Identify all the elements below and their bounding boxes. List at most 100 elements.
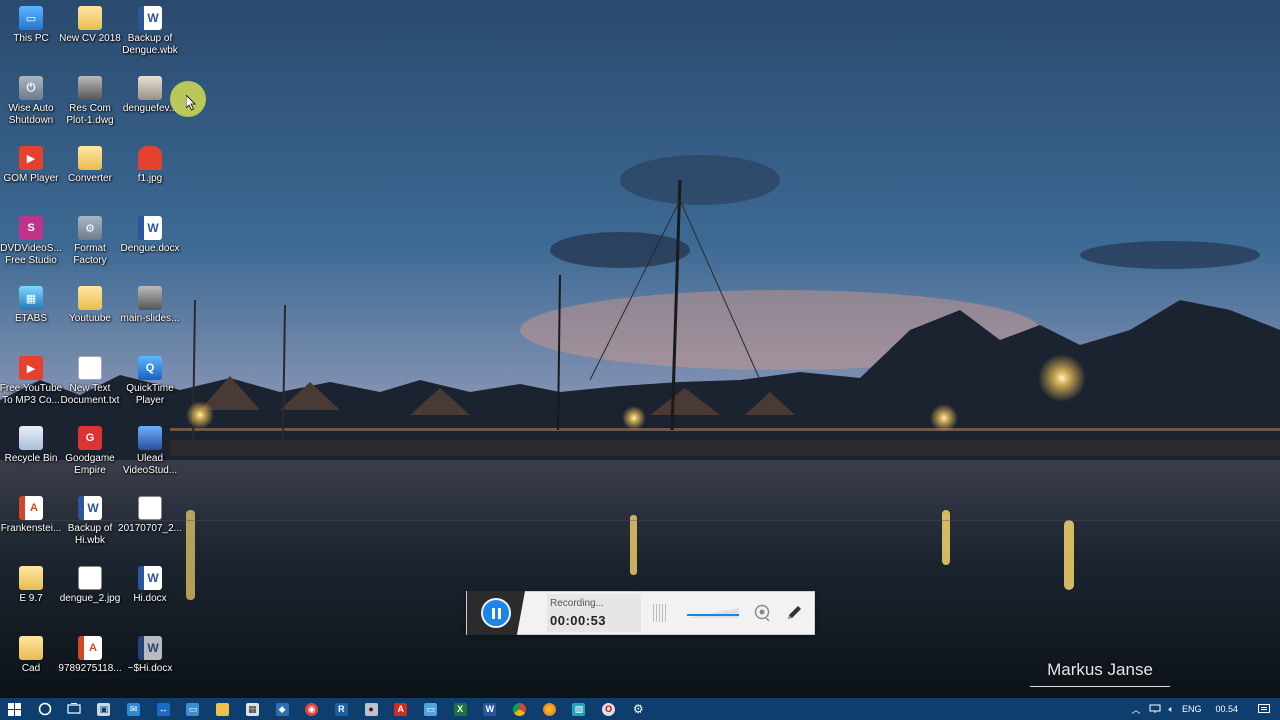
desktop-icon-etabs[interactable]: ▦ ETABS — [0, 280, 62, 344]
desktop-icon-cad[interactable]: Cad — [0, 630, 62, 694]
desktop-icon-recycle-bin[interactable]: Recycle Bin — [0, 420, 62, 484]
taskbar-revit[interactable]: R — [327, 698, 357, 720]
this-pc-icon: ▭ — [19, 6, 43, 30]
volume-button[interactable]: 🔈︎ — [1165, 698, 1178, 720]
opera-icon: O — [602, 702, 616, 716]
format-factory-icon: ⚙ — [78, 216, 102, 240]
desktop-icon-main-slides[interactable]: main-slides... — [119, 280, 181, 344]
desktop-icon-label: 9789275118... — [58, 663, 122, 674]
taskbar-acrobat[interactable]: A — [386, 698, 416, 720]
imgburn-icon: ● — [364, 702, 378, 716]
pause-button[interactable] — [481, 598, 511, 628]
system-tray: ︿ 🔈︎ ENG 00.54 — [1128, 698, 1280, 720]
desktop-icon-new-cv-2018[interactable]: New CV 2018 — [59, 0, 121, 64]
taskbar-imgburn[interactable]: ● — [356, 698, 386, 720]
recording-status: Recording... — [550, 598, 604, 609]
taskbar-excel[interactable]: X — [445, 698, 475, 720]
desktop-icon-backup-of-hi[interactable]: W Backup of Hi.wbk — [59, 490, 121, 554]
image-file-icon — [138, 286, 162, 310]
taskbar-calculator[interactable]: ▦ — [238, 698, 268, 720]
gom-player-icon: ▶ — [19, 146, 43, 170]
clock[interactable]: 00.54 — [1205, 698, 1248, 720]
teamviewer-icon: ↔ — [156, 702, 170, 716]
desktop-icon-gom-player[interactable]: ▶ GOM Player — [0, 140, 62, 204]
desktop-icon-ulead-videostudio[interactable]: Ulead VideoStud... — [119, 420, 181, 484]
folder-icon — [78, 6, 102, 30]
taskbar: ▣ ✉ ↔ ▭ ▦ ◆ ◉ R ● A ▭ X W ▧ O ⚙ ︿ 🔈︎ ENG… — [0, 698, 1280, 720]
pause-icon — [491, 607, 495, 619]
screen-recorder-toolbar: Recording... 00:00:53 — [466, 591, 815, 635]
taskbar-word[interactable]: W — [475, 698, 505, 720]
webcam-icon[interactable] — [753, 604, 771, 622]
quicktime-icon: Q — [138, 356, 162, 380]
taskbar-opera[interactable]: O — [594, 698, 624, 720]
desktop-icon-20170707[interactable]: 20170707_2... — [118, 490, 182, 554]
desktop-icon-youtuube[interactable]: Youtuube — [59, 280, 121, 344]
desktop-icon-label: GOM Player — [3, 173, 59, 184]
etabs-icon: ▦ — [19, 286, 43, 310]
image-file-icon — [138, 496, 162, 520]
desktop-icon-tilde-hi-docx[interactable]: W ~$Hi.docx — [119, 630, 181, 694]
desktop-icon-free-youtube-to-mp3[interactable]: ▶ Free YouTube To MP3 Co... — [0, 350, 62, 414]
cortana-icon — [38, 702, 51, 716]
sketchup-icon: ◆ — [275, 702, 289, 716]
folder-icon — [78, 286, 102, 310]
desktop-icon-goodgame-empire[interactable]: G Goodgame Empire — [59, 420, 121, 484]
taskbar-photos[interactable]: ▧ — [564, 698, 594, 720]
desktop-icon-hi-docx[interactable]: W Hi.docx — [119, 560, 181, 624]
dwg-file-icon — [78, 76, 102, 100]
desktop-icon-converter[interactable]: Converter — [59, 140, 121, 204]
taskbar-settings[interactable]: ⚙ — [623, 698, 653, 720]
pen-annotate-icon[interactable] — [785, 604, 803, 622]
search-button[interactable] — [30, 698, 60, 720]
desktop-icon-this-pc[interactable]: ▭ This PC — [0, 0, 62, 64]
folder-icon — [19, 566, 43, 590]
pause-icon — [497, 607, 501, 619]
network-button[interactable] — [1145, 698, 1165, 720]
desktop-icon-format-factory[interactable]: ⚙ Format Factory — [59, 210, 121, 274]
desktop-icon-backup-of-dengue[interactable]: W Backup of Dengue.wbk — [119, 0, 181, 64]
audio-meter-icon — [653, 604, 667, 622]
taskbar-store[interactable]: ▣ — [89, 698, 119, 720]
folder-icon — [19, 636, 43, 660]
desktop-icon-label: New CV 2018 — [59, 33, 121, 44]
desktop-icon-dengue-docx[interactable]: W Dengue.docx — [119, 210, 181, 274]
image-file-icon — [78, 566, 102, 590]
desktop-icon-new-text-document[interactable]: New Text Document.txt — [59, 350, 121, 414]
pdf-file-icon: A — [19, 496, 43, 520]
store-icon: ▣ — [97, 702, 111, 716]
word-doc-icon: W — [138, 566, 162, 590]
taskbar-file-explorer[interactable] — [208, 698, 238, 720]
desktop-icon-f1-jpg[interactable]: f1.jpg — [119, 140, 181, 204]
mail-icon: ✉ — [127, 702, 141, 716]
language-indicator[interactable]: ENG — [1178, 698, 1206, 720]
desktop-icon-frankenstein[interactable]: A Frankenstei... — [0, 490, 62, 554]
chevron-up-icon: ︿ — [1131, 704, 1141, 715]
desktop-icon-e-9-7[interactable]: E 9.7 — [0, 560, 62, 624]
taskbar-vpn[interactable]: ◉ — [297, 698, 327, 720]
taskbar-chrome[interactable] — [505, 698, 535, 720]
taskbar-desktop[interactable]: ▭ — [416, 698, 446, 720]
wallpaper-watermark: Markus Janse — [1030, 660, 1170, 687]
desktop-icon-9789275118[interactable]: A 9789275118... — [58, 630, 122, 694]
taskbar-teamviewer[interactable]: ↔ — [148, 698, 178, 720]
action-center-button[interactable] — [1248, 698, 1280, 720]
vpn-icon: ◉ — [305, 702, 319, 716]
desktop-icon-dvdvideosoft[interactable]: S DVDVideoS... Free Studio — [0, 210, 62, 274]
show-hidden-icons-button[interactable]: ︿ — [1128, 698, 1145, 720]
task-view-button[interactable] — [59, 698, 89, 720]
taskbar-mail[interactable]: ✉ — [119, 698, 149, 720]
taskbar-sketchup[interactable]: ◆ — [267, 698, 297, 720]
desktop-icon-dengue-2-jpg[interactable]: dengue_2.jpg — [59, 560, 121, 624]
desktop-icon-label: ~$Hi.docx — [127, 663, 173, 674]
pdf-file-icon: A — [78, 636, 102, 660]
start-button[interactable] — [0, 698, 30, 720]
excel-icon: X — [453, 702, 467, 716]
desktop-icon-wise-auto-shutdown[interactable]: ⏻ Wise Auto Shutdown — [0, 70, 62, 134]
desktop-icon-quicktime-player[interactable]: Q QuickTime Player — [119, 350, 181, 414]
taskbar-firefox[interactable] — [534, 698, 564, 720]
volume-slider[interactable] — [687, 605, 741, 621]
desktop-icon-label: 20170707_2... — [118, 523, 182, 534]
taskbar-remote-desktop[interactable]: ▭ — [178, 698, 208, 720]
desktop-icon-res-com-plot[interactable]: Res Com Plot-1.dwg — [59, 70, 121, 134]
